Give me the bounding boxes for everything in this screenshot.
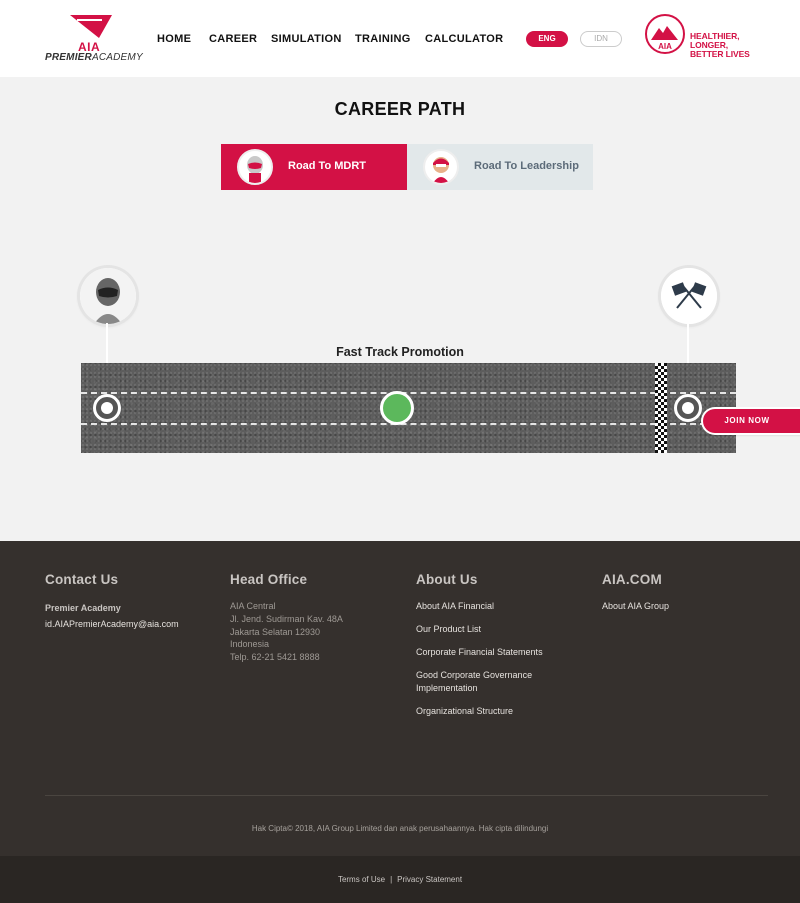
contact-email[interactable]: id.AIAPremierAcademy@aia.com [45, 616, 225, 632]
office-line: Telp. 62-21 5421 8888 [230, 652, 320, 663]
progress-indicator [380, 391, 414, 425]
link-separator: | [390, 875, 393, 884]
privacy-statement-link[interactable]: Privacy Statement [397, 875, 462, 884]
finish-node [674, 394, 702, 422]
copyright-text: Hak Cipta© 2018, AIA Group Limited dan a… [251, 824, 549, 833]
nav-simulation[interactable]: SIMULATION [271, 33, 342, 45]
aia-premier-academy-logo[interactable]: AIA PREMIERACADEMY [45, 14, 143, 64]
nav-calculator[interactable]: CALCULATOR [425, 33, 503, 45]
footer-divider [45, 795, 768, 796]
join-now-button[interactable]: JOIN NOW [703, 409, 800, 433]
footer-link[interactable]: Corporate Financial Statements [416, 646, 566, 659]
footer-heading: About Us [416, 572, 478, 587]
footer-bottom-bar: Terms of Use | Privacy Statement [0, 856, 800, 903]
office-line: AIA Central [230, 601, 276, 611]
tab-label: Road To Leadership [474, 160, 579, 172]
lane-marking [81, 392, 736, 394]
tab-label: Road To MDRT [288, 160, 367, 172]
contact-name: Premier Academy [45, 603, 121, 613]
footer-office: Head Office AIA Central Jl. Jend. Sudirm… [230, 572, 410, 664]
aia-logo-icon [70, 15, 112, 38]
aia-circle-logo-icon: AIA [645, 14, 685, 54]
lang-idn-button[interactable]: IDN [580, 31, 622, 47]
footer-heading: AIA.COM [602, 572, 662, 587]
aia-brand-badge: AIA HEALTHIER, LONGER, BETTER LIVES [645, 14, 765, 59]
footer-link[interactable]: About AIA Financial [416, 600, 566, 613]
site-header: AIA PREMIERACADEMY HOME CAREER SIMULATIO… [0, 0, 800, 77]
legal-links: Terms of Use | Privacy Statement [0, 875, 800, 884]
leader-avatar-icon [423, 149, 459, 185]
footer-about: About Us About AIA Financial Our Product… [416, 572, 566, 728]
start-racer-marker-icon [80, 268, 136, 324]
nav-training[interactable]: TRAINING [355, 33, 411, 45]
svg-text:AIA: AIA [658, 42, 672, 51]
brand-tagline: HEALTHIER, LONGER, BETTER LIVES [690, 31, 750, 59]
office-line: Jakarta Selatan 12930 [230, 626, 321, 637]
footer-heading: Contact Us [45, 572, 119, 587]
footer-aia: AIA.COM About AIA Group [602, 572, 782, 623]
tab-road-to-leadership[interactable]: Road To Leadership [407, 144, 593, 190]
track-title: Fast Track Promotion [336, 345, 464, 359]
lang-eng-button[interactable]: ENG [526, 31, 568, 47]
finish-line [655, 363, 667, 453]
page-title: CAREER PATH [334, 99, 466, 119]
footer-link[interactable]: About AIA Group [602, 600, 782, 613]
tab-road-to-mdrt[interactable]: Road To MDRT [221, 144, 407, 190]
finish-flags-marker-icon [661, 268, 717, 324]
footer-link[interactable]: Good Corporate Governance Implementation [416, 669, 566, 695]
racer-avatar-icon [237, 149, 273, 185]
nav-career[interactable]: CAREER [209, 33, 257, 45]
footer-link[interactable]: Our Product List [416, 623, 566, 636]
career-tabs: Road To MDRT Road To Leadership [221, 144, 593, 190]
logo-subtitle: PREMIERACADEMY [45, 52, 143, 63]
office-line: Indonesia [230, 639, 270, 650]
footer-link[interactable]: Organizational Structure [416, 705, 566, 718]
site-footer: Contact Us Premier Academy id.AIAPremier… [0, 541, 800, 856]
lane-marking [81, 423, 736, 425]
footer-contact: Contact Us Premier Academy id.AIAPremier… [45, 572, 225, 632]
office-line: Jl. Jend. Sudirman Kav. 48A [230, 613, 343, 624]
nav-home[interactable]: HOME [157, 33, 191, 45]
footer-heading: Head Office [230, 572, 308, 587]
start-node [93, 394, 121, 422]
terms-of-use-link[interactable]: Terms of Use [338, 875, 385, 884]
